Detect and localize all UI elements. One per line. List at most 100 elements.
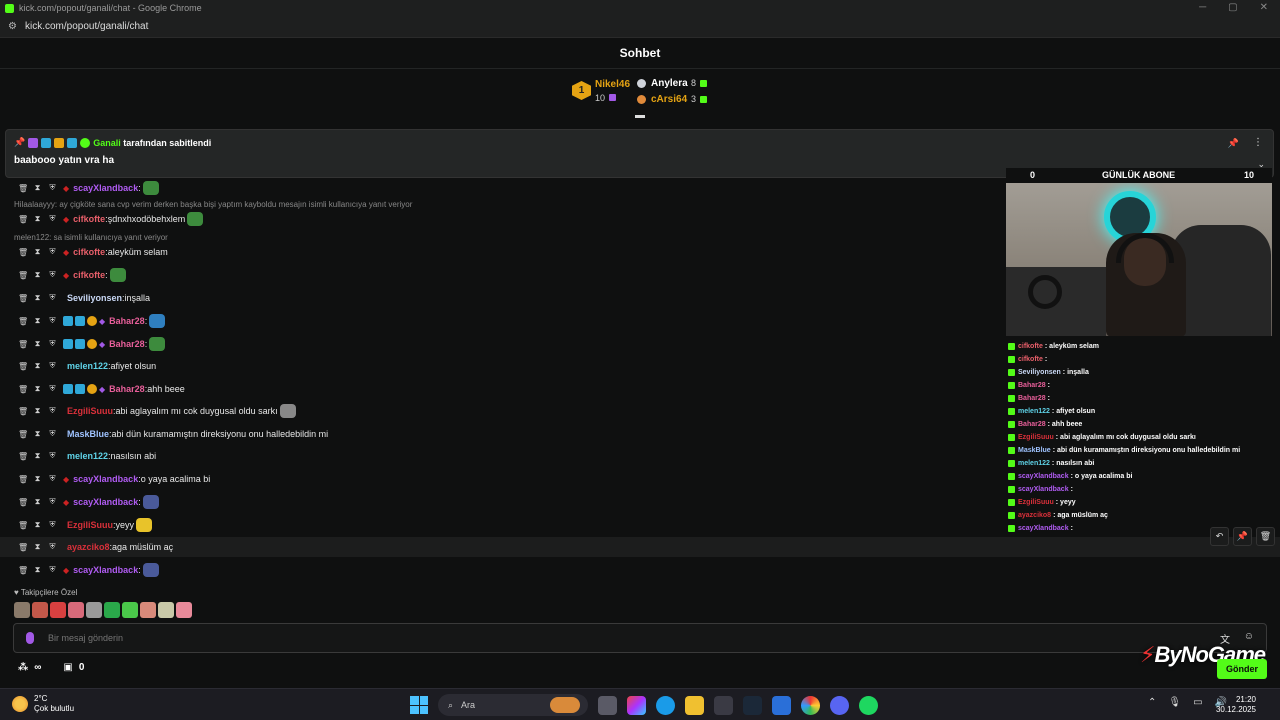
delete-message-icon[interactable]: 🗑 xyxy=(18,184,28,193)
edge-icon[interactable] xyxy=(656,695,675,715)
chat-message[interactable]: 🗑 ⧗ ⛨ ◆ Bahar28: ahh beee xyxy=(0,379,1280,399)
follower-emote-icon[interactable] xyxy=(50,602,66,618)
close-button[interactable]: ✕ xyxy=(1260,0,1268,16)
timeout-icon[interactable]: ⧗ xyxy=(33,406,42,416)
delete-message-icon[interactable]: 🗑 xyxy=(18,475,28,484)
ban-icon[interactable]: ⛨ xyxy=(48,429,57,439)
more-options-icon[interactable]: ⋮ xyxy=(1253,137,1263,148)
spotify-icon[interactable] xyxy=(859,695,878,715)
ban-icon[interactable]: ⛨ xyxy=(48,497,57,507)
emote-icon[interactable] xyxy=(142,563,159,577)
pin-message-icon[interactable]: 📌 xyxy=(1233,527,1252,546)
delete-message-icon[interactable]: 🗑 xyxy=(18,294,28,303)
timeout-icon[interactable]: ⧗ xyxy=(33,361,42,371)
delete-message-icon[interactable]: 🗑 xyxy=(18,430,28,439)
ban-icon[interactable]: ⛨ xyxy=(48,316,57,326)
ban-icon[interactable]: ⛨ xyxy=(48,520,57,530)
mic-tray-icon[interactable]: 🎙 xyxy=(1168,697,1181,708)
points-icon[interactable]: ⁂ xyxy=(18,662,28,673)
ban-icon[interactable]: ⛨ xyxy=(48,183,57,193)
chat-username[interactable]: melen122 xyxy=(67,451,108,461)
timeout-icon[interactable]: ⧗ xyxy=(33,384,42,394)
timeout-icon[interactable]: ⧗ xyxy=(33,520,42,530)
delete-message-icon[interactable]: 🗑 xyxy=(18,271,28,280)
emote-icon[interactable] xyxy=(136,518,153,532)
delete-message-icon[interactable]: 🗑 xyxy=(18,215,28,224)
leader-second-name[interactable]: Anylera xyxy=(651,78,688,89)
discord-icon[interactable] xyxy=(830,695,849,715)
taskbar-search[interactable]: ⌕ Ara xyxy=(438,694,588,716)
chrome-icon[interactable] xyxy=(801,695,820,715)
chat-username[interactable]: melen122 xyxy=(67,361,108,371)
follower-emote-icon[interactable] xyxy=(14,602,30,618)
follower-emote-icon[interactable] xyxy=(86,602,102,618)
chat-username[interactable]: Bahar28 xyxy=(109,316,145,326)
copilot-icon[interactable] xyxy=(627,695,646,715)
timeout-icon[interactable]: ⧗ xyxy=(33,270,42,280)
weather-widget[interactable]: 2°C Çok bulutlu xyxy=(12,694,74,714)
timeout-icon[interactable]: ⧗ xyxy=(33,451,42,461)
emote-icon[interactable] xyxy=(279,404,296,418)
delete-message-icon[interactable]: 🗑 xyxy=(18,566,28,575)
chat-username[interactable]: EzgiliSuuu xyxy=(67,520,113,530)
delete-message-icon[interactable]: 🗑 xyxy=(18,521,28,530)
windows-start-icon[interactable] xyxy=(410,696,428,714)
chat-username[interactable]: ayazciko8 xyxy=(67,542,110,552)
emote-icon[interactable] xyxy=(149,314,166,328)
reply-icon[interactable]: ↶ xyxy=(1210,527,1229,546)
chat-username[interactable]: cifkofte xyxy=(73,214,105,224)
timeout-icon[interactable]: ⧗ xyxy=(33,474,42,484)
timeout-icon[interactable]: ⧗ xyxy=(33,429,42,439)
timeout-icon[interactable]: ⧗ xyxy=(33,247,42,257)
delete-message-icon[interactable]: 🗑 xyxy=(18,248,28,257)
ban-icon[interactable]: ⛨ xyxy=(48,565,57,575)
delete-message-icon[interactable]: 🗑 xyxy=(18,407,28,416)
chat-username[interactable]: scayXlandback xyxy=(73,474,138,484)
timeout-icon[interactable]: ⧗ xyxy=(33,339,42,349)
chat-message[interactable]: 🗑 ⧗ ⛨ ayazciko8: aga müslüm aç xyxy=(0,537,1280,557)
emote-icon[interactable] xyxy=(142,495,159,509)
leader-third-name[interactable]: cArsi64 xyxy=(651,94,687,105)
timeout-icon[interactable]: ⧗ xyxy=(33,497,42,507)
send-button[interactable]: Gönder xyxy=(1217,659,1267,679)
follower-emote-icon[interactable] xyxy=(158,602,174,618)
network-icon[interactable]: ▭ xyxy=(1193,697,1202,708)
chat-input[interactable] xyxy=(48,633,1148,643)
collapse-leaderboard-icon[interactable]: ▬ xyxy=(634,111,646,121)
timeout-icon[interactable]: ⧗ xyxy=(33,183,42,193)
ban-icon[interactable]: ⛨ xyxy=(48,542,57,552)
ban-icon[interactable]: ⛨ xyxy=(48,361,57,371)
chat-username[interactable]: Bahar28 xyxy=(109,339,145,349)
unpin-icon[interactable]: 📌 xyxy=(1228,138,1239,149)
follower-emote-icon[interactable] xyxy=(176,602,192,618)
delete-message-icon[interactable]: 🗑 xyxy=(18,452,28,461)
chat-username[interactable]: Bahar28 xyxy=(109,384,145,394)
delete-icon[interactable]: 🗑 xyxy=(1256,527,1275,546)
timeout-icon[interactable]: ⧗ xyxy=(33,293,42,303)
tray-chevron-icon[interactable]: ⌃ xyxy=(1148,697,1156,708)
timeout-icon[interactable]: ⧗ xyxy=(33,214,42,224)
url-text[interactable]: kick.com/popout/ganali/chat xyxy=(25,21,148,32)
chat-message[interactable]: 🗑 ⧗ ⛨ ◆ scayXlandback: xyxy=(0,560,1280,580)
chat-username[interactable]: MaskBlue xyxy=(67,429,109,439)
site-settings-icon[interactable]: ⚙ xyxy=(8,21,17,32)
follower-emote-icon[interactable] xyxy=(32,602,48,618)
chat-username[interactable]: Seviliyonsen xyxy=(67,293,122,303)
delete-message-icon[interactable]: 🗑 xyxy=(18,498,28,507)
emote-icon[interactable] xyxy=(109,268,126,282)
timeout-icon[interactable]: ⧗ xyxy=(33,565,42,575)
delete-message-icon[interactable]: 🗑 xyxy=(18,385,28,394)
delete-message-icon[interactable]: 🗑 xyxy=(18,543,28,552)
steam-icon[interactable] xyxy=(743,695,762,715)
microphone-icon[interactable] xyxy=(26,632,34,644)
mail-icon[interactable] xyxy=(772,695,791,715)
emote-icon[interactable] xyxy=(187,212,204,226)
chat-username[interactable]: scayXlandback xyxy=(73,183,138,193)
clock[interactable]: 21:20 30.12.2025 xyxy=(1216,695,1256,715)
timeout-icon[interactable]: ⧗ xyxy=(33,542,42,552)
file-explorer-icon[interactable] xyxy=(685,695,704,715)
minimize-button[interactable]: ─ xyxy=(1199,0,1206,16)
ban-icon[interactable]: ⛨ xyxy=(48,451,57,461)
ban-icon[interactable]: ⛨ xyxy=(48,384,57,394)
leader-first-name[interactable]: Nikel46 xyxy=(595,79,630,90)
